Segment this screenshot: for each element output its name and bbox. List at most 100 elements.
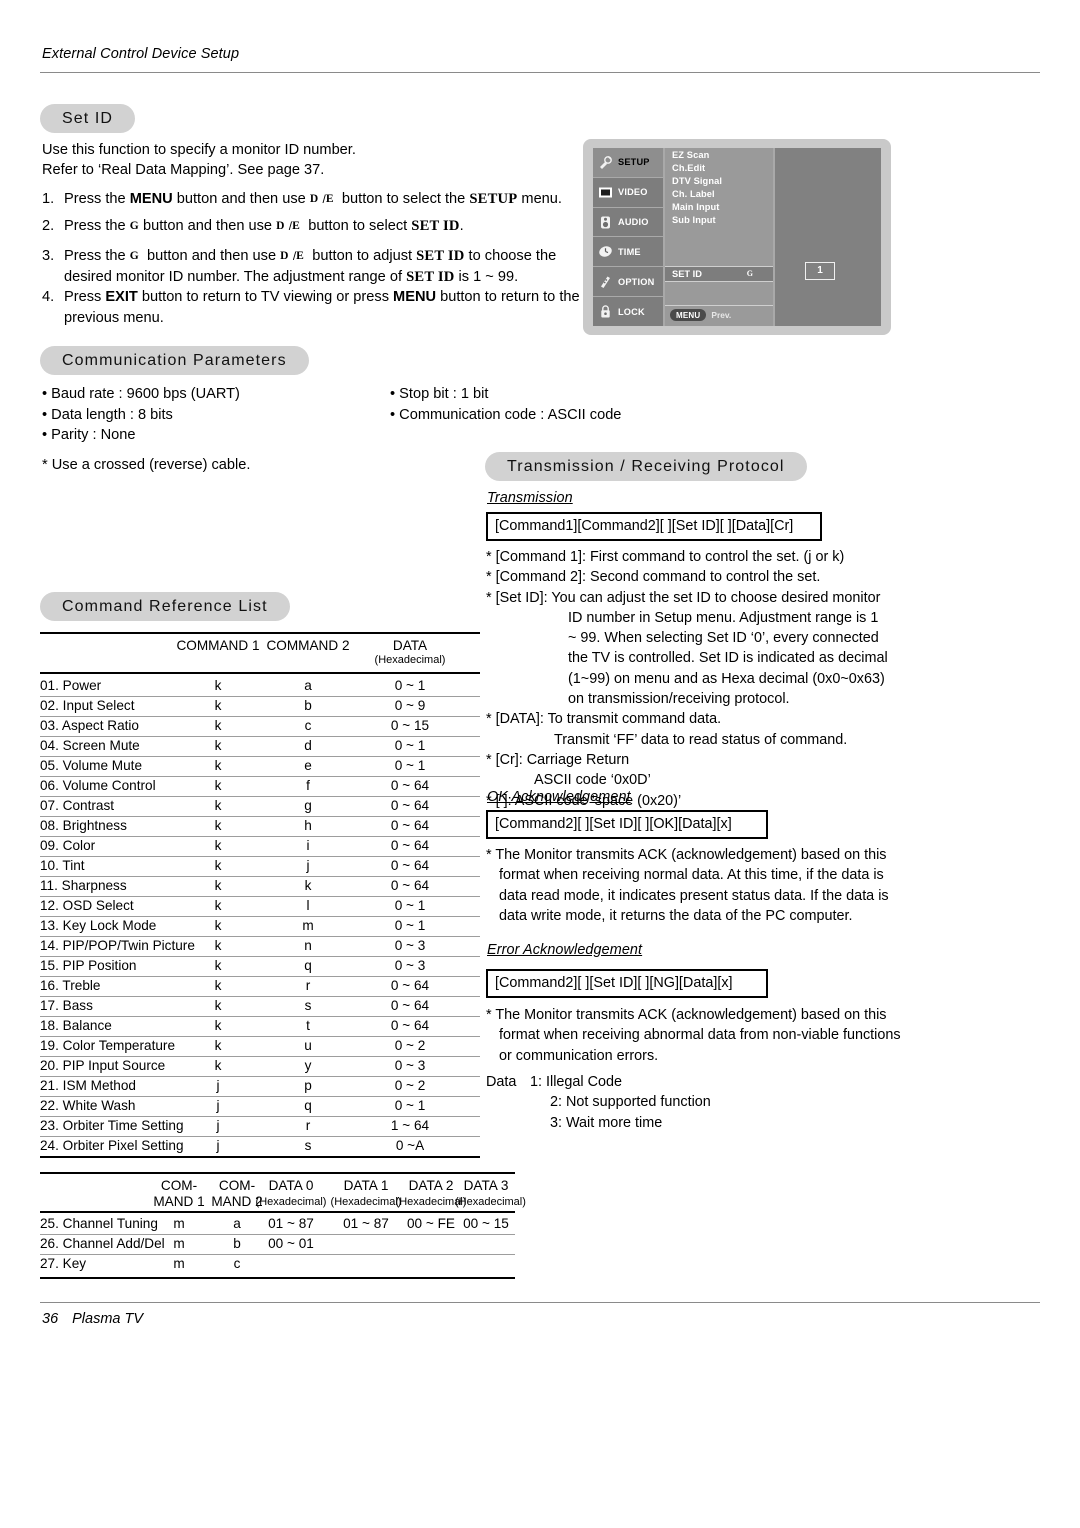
table-row-divider <box>40 836 480 837</box>
osd-menu-button[interactable]: MENU <box>670 309 707 321</box>
transmission-label: Transmission <box>487 490 573 506</box>
step-text: Press EXIT button to return to TV viewin… <box>64 289 580 326</box>
table-cell: 0 ~ 64 <box>390 998 430 1013</box>
footer: 36 Plasma TV <box>42 1311 143 1327</box>
osd-category-list: SETUP VIDEO AUDIO TIME OPTION LOCK <box>593 148 663 326</box>
table-cell: 0 ~ 1 <box>394 898 426 913</box>
table-row-label: 18. Balance <box>40 1018 112 1033</box>
osd-set-id-value[interactable]: 1 <box>805 262 835 280</box>
channel-cell: m <box>173 1236 185 1251</box>
table-row-label: 15. PIP Position <box>40 958 137 973</box>
section-title-set-id: Set ID <box>40 104 136 133</box>
table-cell: k <box>214 718 222 733</box>
table-cell: 0 ~ 1 <box>394 1098 426 1113</box>
table-row-label: 07. Contrast <box>40 798 115 813</box>
step-text: Press the MENU button and then use D /E … <box>64 191 562 207</box>
error-ack-label: Error Acknowledgement <box>487 942 643 958</box>
protocol-note: ASCII code ‘0x0D’ <box>534 772 651 789</box>
table-cell: 1 ~ 64 <box>390 1118 430 1133</box>
table-cell: 0 ~ 3 <box>394 938 426 953</box>
osd-menu-item-set-id[interactable]: SET ID G <box>665 266 773 282</box>
table-row-label: 04. Screen Mute <box>40 738 140 753</box>
osd-menu-item[interactable]: Main Input <box>665 200 773 213</box>
osd-menu-item[interactable]: Ch.Edit <box>665 161 773 174</box>
remote-icon <box>598 274 613 289</box>
table-cell: k <box>214 978 222 993</box>
table-row-label: 24. Orbiter Pixel Setting <box>40 1138 184 1153</box>
channel-cell: 00 ~ 01 <box>268 1236 314 1251</box>
osd-screen: SETUP VIDEO AUDIO TIME OPTION LOCK EZ Sc… <box>593 148 881 326</box>
table-row-divider <box>40 936 480 937</box>
set-id-step-3: 3. Press the G button and then use D /E … <box>42 246 582 287</box>
channel-row-label: 27. Key <box>40 1256 87 1271</box>
set-id-intro-line2: Refer to ‘Real Data Mapping’. See page 3… <box>42 162 325 178</box>
step-text: Press the G button and then use D /E but… <box>64 218 464 234</box>
protocol-note: the TV is controlled. Set ID is indicate… <box>568 650 888 667</box>
table-row-label: 19. Color Temperature <box>40 1038 176 1053</box>
osd-category-time[interactable]: TIME <box>593 237 663 268</box>
osd-category-label: SETUP <box>618 157 650 168</box>
table-cell: k <box>214 878 222 893</box>
osd-menu-item[interactable]: DTV Signal <box>665 174 773 187</box>
communication-right-list: • Stop bit : 1 bit • Communication code … <box>390 384 621 425</box>
osd-menu-item[interactable]: Sub Input <box>665 213 773 226</box>
table-row-divider <box>40 696 480 697</box>
step-number: 4. <box>42 289 55 305</box>
table-row-divider <box>40 876 480 877</box>
table-row-label: 20. PIP Input Source <box>40 1058 166 1073</box>
header-divider <box>40 72 1040 73</box>
table-row-label: 23. Orbiter Time Setting <box>40 1118 184 1133</box>
osd-category-option[interactable]: OPTION <box>593 267 663 298</box>
table-row-divider <box>40 756 480 757</box>
osd-menu-item[interactable]: Ch. Label <box>665 187 773 200</box>
manual-page: External Control Device Setup Set ID Use… <box>0 0 1080 1528</box>
osd-menu-bar: MENU Prev. <box>670 309 731 321</box>
table-row-label: 17. Bass <box>40 998 93 1013</box>
table-row-divider <box>40 896 480 897</box>
data-code: 3: Wait more time <box>550 1114 663 1131</box>
page-number: 36 <box>42 1311 59 1327</box>
section-title-communication: Communication Parameters <box>40 346 309 375</box>
error-ack-note: * The Monitor transmits ACK (acknowledge… <box>486 1007 901 1064</box>
channel-header-line1: DATA 1 <box>343 1178 389 1193</box>
osd-category-video[interactable]: VIDEO <box>593 178 663 208</box>
table-row-divider <box>40 956 480 957</box>
osd-category-audio[interactable]: AUDIO <box>593 208 663 238</box>
protocol-note: * [DATA]: To transmit command data. <box>486 711 722 728</box>
table-cell: 0 ~ 64 <box>390 978 430 993</box>
table-cell: k <box>214 998 222 1013</box>
table-rule-top <box>40 632 480 634</box>
table-row-divider <box>40 1056 480 1057</box>
ok-ack-format-box: [Command2][ ][Set ID][ ][OK][Data][x] <box>486 810 768 839</box>
table-row-divider <box>40 816 480 817</box>
protocol-note: ~ 99. When selecting Set ID ‘0’, every c… <box>568 630 879 647</box>
table-cell: k <box>214 838 222 853</box>
set-id-step-2: 2. Press the G button and then use D /E … <box>42 216 582 237</box>
screen-icon <box>598 185 613 200</box>
table-cell: 0 ~ 2 <box>394 1078 426 1093</box>
table-header-data-sub: (Hexadecimal) <box>374 654 446 666</box>
table-row-divider <box>40 1036 480 1037</box>
table-cell: k <box>214 858 222 873</box>
table-cell: 0 ~A <box>395 1138 425 1153</box>
communication-item: • Stop bit : 1 bit <box>390 386 489 402</box>
osd-category-lock[interactable]: LOCK <box>593 297 663 326</box>
table-row-divider <box>40 796 480 797</box>
section-title-protocol: Transmission / Receiving Protocol <box>485 452 807 481</box>
osd-category-label: OPTION <box>618 276 655 287</box>
osd-category-setup[interactable]: SETUP <box>593 148 663 178</box>
table-cell: 0 ~ 1 <box>394 678 426 693</box>
osd-category-label: VIDEO <box>618 187 648 198</box>
osd-prev-label: Prev. <box>711 310 732 320</box>
communication-item: • Data length : 8 bits <box>42 406 173 423</box>
osd-category-label: TIME <box>618 246 641 257</box>
osd-menu-item[interactable]: EZ Scan <box>665 148 773 161</box>
set-id-step-4: 4. Press EXIT button to return to TV vie… <box>42 287 582 328</box>
communication-left-list: • Baud rate : 9600 bps (UART) • Data len… <box>42 384 240 446</box>
osd-set-id-label: SET ID <box>672 269 702 279</box>
table-row-label: 08. Brightness <box>40 818 127 833</box>
table-cell: 0 ~ 1 <box>394 738 426 753</box>
table-row-divider <box>40 1016 480 1017</box>
table-cell: k <box>214 738 222 753</box>
transmission-format-box: [Command1][Command2][ ][Set ID][ ][Data]… <box>486 512 822 541</box>
